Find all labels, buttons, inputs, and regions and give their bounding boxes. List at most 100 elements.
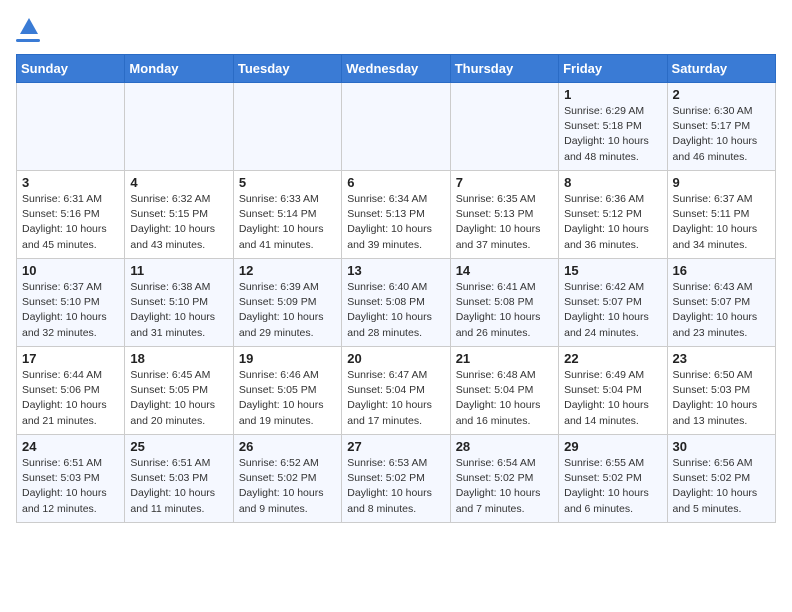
calendar-week-row: 10 Sunrise: 6:37 AM Sunset: 5:10 PM Dayli… bbox=[17, 259, 776, 347]
day-number: 5 bbox=[239, 175, 336, 190]
day-info: Sunrise: 6:29 AM Sunset: 5:18 PM Dayligh… bbox=[564, 104, 661, 165]
day-number: 10 bbox=[22, 263, 119, 278]
calendar-week-row: 17 Sunrise: 6:44 AM Sunset: 5:06 PM Dayli… bbox=[17, 347, 776, 435]
day-number: 2 bbox=[673, 87, 770, 102]
calendar-cell: 4 Sunrise: 6:32 AM Sunset: 5:15 PM Daylig… bbox=[125, 171, 233, 259]
calendar-cell: 7Sunrise: 6:35 AM Sunset: 5:13 PM Daylig… bbox=[450, 171, 558, 259]
calendar-cell: 29 Sunrise: 6:55 AM Sunset: 5:02 PM Dayli… bbox=[559, 435, 667, 523]
calendar-cell: 26Sunrise: 6:52 AM Sunset: 5:02 PM Dayli… bbox=[233, 435, 341, 523]
calendar-cell: 5 Sunrise: 6:33 AM Sunset: 5:14 PM Daylig… bbox=[233, 171, 341, 259]
weekday-header: Saturday bbox=[667, 55, 775, 83]
weekday-header: Tuesday bbox=[233, 55, 341, 83]
weekday-header: Sunday bbox=[17, 55, 125, 83]
day-number: 4 bbox=[130, 175, 227, 190]
calendar-cell: 16 Sunrise: 6:43 AM Sunset: 5:07 PM Dayli… bbox=[667, 259, 775, 347]
day-info: Sunrise: 6:56 AM Sunset: 5:02 PM Dayligh… bbox=[673, 456, 770, 517]
day-number: 11 bbox=[130, 263, 227, 278]
day-number: 26 bbox=[239, 439, 336, 454]
day-info: Sunrise: 6:40 AM Sunset: 5:08 PM Dayligh… bbox=[347, 280, 444, 341]
calendar-cell: 3Sunrise: 6:31 AM Sunset: 5:16 PM Daylig… bbox=[17, 171, 125, 259]
day-info: Sunrise: 6:41 AM Sunset: 5:08 PM Dayligh… bbox=[456, 280, 553, 341]
day-info: Sunrise: 6:53 AM Sunset: 5:02 PM Dayligh… bbox=[347, 456, 444, 517]
day-info: Sunrise: 6:30 AM Sunset: 5:17 PM Dayligh… bbox=[673, 104, 770, 165]
day-number: 27 bbox=[347, 439, 444, 454]
calendar-cell: 25 Sunrise: 6:51 AM Sunset: 5:03 PM Dayli… bbox=[125, 435, 233, 523]
day-number: 25 bbox=[130, 439, 227, 454]
calendar-week-row: 3Sunrise: 6:31 AM Sunset: 5:16 PM Daylig… bbox=[17, 171, 776, 259]
calendar-cell: 24 Sunrise: 6:51 AM Sunset: 5:03 PM Dayli… bbox=[17, 435, 125, 523]
day-number: 14 bbox=[456, 263, 553, 278]
calendar-cell: 30 Sunrise: 6:56 AM Sunset: 5:02 PM Dayli… bbox=[667, 435, 775, 523]
day-info: Sunrise: 6:37 AM Sunset: 5:10 PM Dayligh… bbox=[22, 280, 119, 341]
calendar-cell: 22 Sunrise: 6:49 AM Sunset: 5:04 PM Dayli… bbox=[559, 347, 667, 435]
page-header bbox=[16, 16, 776, 42]
day-info: Sunrise: 6:47 AM Sunset: 5:04 PM Dayligh… bbox=[347, 368, 444, 429]
day-info: Sunrise: 6:33 AM Sunset: 5:14 PM Dayligh… bbox=[239, 192, 336, 253]
calendar-cell bbox=[17, 83, 125, 171]
calendar-table: SundayMondayTuesdayWednesdayThursdayFrid… bbox=[16, 54, 776, 523]
calendar-cell: 18 Sunrise: 6:45 AM Sunset: 5:05 PM Dayli… bbox=[125, 347, 233, 435]
calendar-week-row: 24 Sunrise: 6:51 AM Sunset: 5:03 PM Dayli… bbox=[17, 435, 776, 523]
day-number: 17 bbox=[22, 351, 119, 366]
day-info: Sunrise: 6:37 AM Sunset: 5:11 PM Dayligh… bbox=[673, 192, 770, 253]
calendar-cell: 10 Sunrise: 6:37 AM Sunset: 5:10 PM Dayli… bbox=[17, 259, 125, 347]
calendar-cell bbox=[125, 83, 233, 171]
calendar-cell: 1 Sunrise: 6:29 AM Sunset: 5:18 PM Daylig… bbox=[559, 83, 667, 171]
day-info: Sunrise: 6:49 AM Sunset: 5:04 PM Dayligh… bbox=[564, 368, 661, 429]
calendar-cell bbox=[233, 83, 341, 171]
day-info: Sunrise: 6:31 AM Sunset: 5:16 PM Dayligh… bbox=[22, 192, 119, 253]
calendar-cell: 15Sunrise: 6:42 AM Sunset: 5:07 PM Dayli… bbox=[559, 259, 667, 347]
calendar-cell: 2 Sunrise: 6:30 AM Sunset: 5:17 PM Daylig… bbox=[667, 83, 775, 171]
day-number: 20 bbox=[347, 351, 444, 366]
day-info: Sunrise: 6:50 AM Sunset: 5:03 PM Dayligh… bbox=[673, 368, 770, 429]
logo-icon bbox=[18, 16, 40, 38]
day-number: 22 bbox=[564, 351, 661, 366]
day-number: 16 bbox=[673, 263, 770, 278]
weekday-header: Friday bbox=[559, 55, 667, 83]
weekday-header: Monday bbox=[125, 55, 233, 83]
day-info: Sunrise: 6:51 AM Sunset: 5:03 PM Dayligh… bbox=[22, 456, 119, 517]
day-number: 29 bbox=[564, 439, 661, 454]
day-info: Sunrise: 6:43 AM Sunset: 5:07 PM Dayligh… bbox=[673, 280, 770, 341]
calendar-cell: 27 Sunrise: 6:53 AM Sunset: 5:02 PM Dayli… bbox=[342, 435, 450, 523]
calendar-cell: 11 Sunrise: 6:38 AM Sunset: 5:10 PM Dayli… bbox=[125, 259, 233, 347]
calendar-cell: 17 Sunrise: 6:44 AM Sunset: 5:06 PM Dayli… bbox=[17, 347, 125, 435]
day-info: Sunrise: 6:38 AM Sunset: 5:10 PM Dayligh… bbox=[130, 280, 227, 341]
day-number: 1 bbox=[564, 87, 661, 102]
day-info: Sunrise: 6:54 AM Sunset: 5:02 PM Dayligh… bbox=[456, 456, 553, 517]
day-info: Sunrise: 6:34 AM Sunset: 5:13 PM Dayligh… bbox=[347, 192, 444, 253]
logo bbox=[16, 16, 40, 42]
day-number: 30 bbox=[673, 439, 770, 454]
calendar-cell: 13 Sunrise: 6:40 AM Sunset: 5:08 PM Dayli… bbox=[342, 259, 450, 347]
day-info: Sunrise: 6:32 AM Sunset: 5:15 PM Dayligh… bbox=[130, 192, 227, 253]
day-info: Sunrise: 6:39 AM Sunset: 5:09 PM Dayligh… bbox=[239, 280, 336, 341]
day-number: 24 bbox=[22, 439, 119, 454]
calendar-cell: 21Sunrise: 6:48 AM Sunset: 5:04 PM Dayli… bbox=[450, 347, 558, 435]
day-info: Sunrise: 6:45 AM Sunset: 5:05 PM Dayligh… bbox=[130, 368, 227, 429]
calendar-cell bbox=[342, 83, 450, 171]
calendar-cell bbox=[450, 83, 558, 171]
calendar-header: SundayMondayTuesdayWednesdayThursdayFrid… bbox=[17, 55, 776, 83]
calendar-cell: 8Sunrise: 6:36 AM Sunset: 5:12 PM Daylig… bbox=[559, 171, 667, 259]
day-number: 6 bbox=[347, 175, 444, 190]
calendar-cell: 6 Sunrise: 6:34 AM Sunset: 5:13 PM Daylig… bbox=[342, 171, 450, 259]
day-number: 15 bbox=[564, 263, 661, 278]
day-number: 28 bbox=[456, 439, 553, 454]
day-number: 19 bbox=[239, 351, 336, 366]
calendar-cell: 14 Sunrise: 6:41 AM Sunset: 5:08 PM Dayli… bbox=[450, 259, 558, 347]
day-number: 13 bbox=[347, 263, 444, 278]
calendar-cell: 23Sunrise: 6:50 AM Sunset: 5:03 PM Dayli… bbox=[667, 347, 775, 435]
day-info: Sunrise: 6:36 AM Sunset: 5:12 PM Dayligh… bbox=[564, 192, 661, 253]
day-info: Sunrise: 6:44 AM Sunset: 5:06 PM Dayligh… bbox=[22, 368, 119, 429]
calendar-week-row: 1 Sunrise: 6:29 AM Sunset: 5:18 PM Daylig… bbox=[17, 83, 776, 171]
day-number: 21 bbox=[456, 351, 553, 366]
weekday-header: Wednesday bbox=[342, 55, 450, 83]
calendar-cell: 20 Sunrise: 6:47 AM Sunset: 5:04 PM Dayli… bbox=[342, 347, 450, 435]
calendar-cell: 19Sunrise: 6:46 AM Sunset: 5:05 PM Dayli… bbox=[233, 347, 341, 435]
day-number: 9 bbox=[673, 175, 770, 190]
calendar-cell: 28 Sunrise: 6:54 AM Sunset: 5:02 PM Dayli… bbox=[450, 435, 558, 523]
calendar-cell: 12Sunrise: 6:39 AM Sunset: 5:09 PM Dayli… bbox=[233, 259, 341, 347]
day-info: Sunrise: 6:51 AM Sunset: 5:03 PM Dayligh… bbox=[130, 456, 227, 517]
day-number: 18 bbox=[130, 351, 227, 366]
day-info: Sunrise: 6:55 AM Sunset: 5:02 PM Dayligh… bbox=[564, 456, 661, 517]
